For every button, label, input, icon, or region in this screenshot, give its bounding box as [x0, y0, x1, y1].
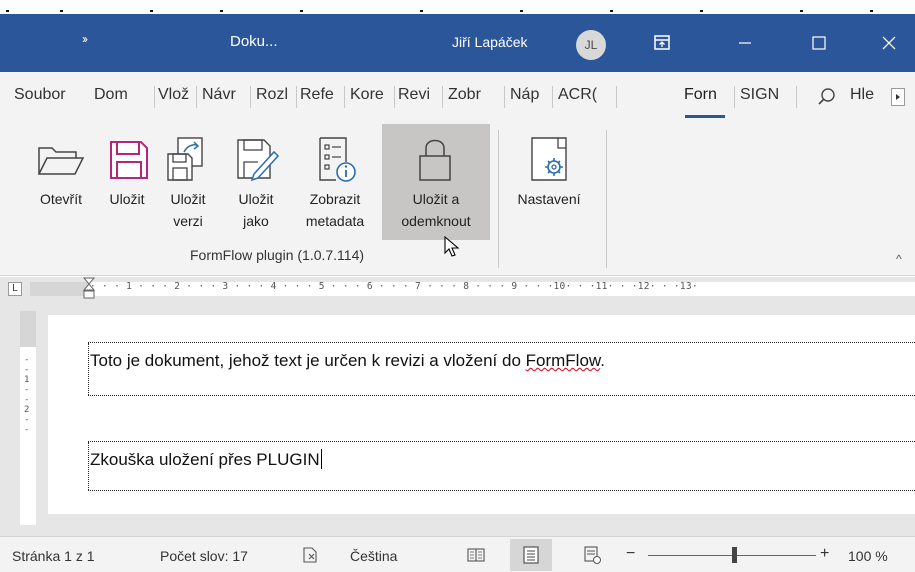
avatar[interactable]: JL — [576, 30, 606, 60]
open-folder-icon — [37, 147, 85, 175]
close-button[interactable] — [862, 14, 915, 72]
collapse-ribbon-button[interactable]: ^ — [896, 252, 902, 266]
document-paragraph-2[interactable]: Zkouška uložení přes PLUGIN — [90, 449, 322, 470]
open-button[interactable]: Otevřít — [32, 124, 90, 240]
ruler-marks: · · · 1 · · · 2 · · · 3 · · · 4 · · · 5 … — [90, 281, 698, 292]
quick-access-more-button[interactable]: ›› — [82, 32, 88, 46]
settings-label: Nastavení — [517, 191, 581, 207]
mouse-cursor-icon — [444, 236, 460, 257]
tab-revize[interactable]: Revi — [398, 86, 434, 108]
tab-selector-button[interactable]: L — [8, 282, 22, 296]
save-as-icon — [237, 139, 280, 182]
zoom-level[interactable]: 100 % — [848, 548, 888, 564]
metadata-icon — [319, 137, 356, 182]
content-control-border — [88, 490, 915, 491]
tab-formflow[interactable]: Forn — [684, 86, 728, 108]
save-icon — [110, 141, 148, 179]
document-area: - - 1 - - 2 - - Toto je dokument, jehož … — [0, 301, 915, 536]
status-bar: Stránka 1 z 1 Počet slov: 17 Čeština − +… — [0, 536, 915, 572]
document-title: Doku... — [230, 33, 278, 50]
save-button[interactable]: Uložit — [98, 124, 156, 240]
zoom-out-button[interactable]: − — [626, 545, 635, 563]
view-metadata-label: Zobrazit metadata — [305, 191, 365, 229]
proofing-icon[interactable] — [300, 545, 320, 565]
group-separator — [498, 130, 499, 268]
group-separator — [606, 130, 607, 268]
tabs-scroll-right-button[interactable] — [891, 88, 905, 106]
settings-button[interactable]: Nastavení — [504, 124, 594, 240]
page-count[interactable]: Stránka 1 z 1 — [12, 548, 95, 564]
horizontal-ruler: L · · · 1 · · · 2 · · · 3 · · · 4 · · · … — [0, 277, 915, 301]
print-layout-icon — [523, 546, 539, 564]
tab-korespondence[interactable]: Kore — [350, 86, 390, 108]
chevron-right-icon — [896, 94, 900, 100]
misspelled-word[interactable]: FormFlow — [526, 351, 601, 370]
save-as-label: Uložit jako — [238, 191, 274, 229]
vertical-ruler-marks: - - 1 - - 2 - - — [24, 355, 30, 435]
ribbon-display-icon — [654, 35, 670, 50]
save-version-icon — [167, 137, 203, 181]
save-as-button[interactable]: Uložit jako — [228, 124, 284, 240]
language[interactable]: Čeština — [350, 548, 397, 564]
word-count[interactable]: Počet slov: 17 — [160, 548, 248, 564]
tab-signature[interactable]: SIGN — [740, 86, 786, 108]
maximize-icon — [812, 36, 826, 50]
unlock-icon — [419, 139, 451, 181]
print-layout-button[interactable] — [510, 539, 552, 571]
tab-vlozeni[interactable]: Vlož — [158, 86, 192, 108]
save-button-label: Uložit — [109, 191, 145, 207]
tab-napoveda[interactable]: Náp — [510, 86, 546, 108]
save-version-label: Uložit verzi — [170, 191, 206, 229]
paragraph-2-text: Zkouška uložení přes PLUGIN — [90, 450, 320, 469]
tab-navrh[interactable]: Návr — [202, 86, 240, 108]
user-name[interactable]: Jiří Lapáček — [452, 34, 527, 50]
top-strip — [0, 0, 915, 14]
ribbon-tabs: Soubor Dom Vlož Návr Rozl Refe Kore Revi… — [0, 72, 915, 118]
content-control-border — [88, 441, 915, 442]
read-mode-icon[interactable] — [466, 545, 486, 565]
tell-me-search[interactable]: Hle — [850, 86, 874, 104]
ribbon-display-options-button[interactable] — [650, 32, 674, 54]
title-bar: ›› Doku... Jiří Lapáček JL — [0, 14, 915, 72]
text-caret — [320, 449, 322, 469]
content-control-border — [88, 395, 915, 396]
search-icon[interactable] — [816, 86, 838, 108]
paragraph-1-text: Toto je dokument, jehož text je určen k … — [90, 351, 526, 370]
document-page[interactable]: Toto je dokument, jehož text je určen k … — [48, 315, 915, 514]
zoom-in-button[interactable]: + — [820, 545, 829, 563]
open-button-label: Otevřít — [39, 191, 82, 207]
view-metadata-button[interactable]: Zobrazit metadata — [296, 124, 374, 240]
tab-domu[interactable]: Dom — [94, 86, 136, 108]
tab-acrobat[interactable]: ACR( — [558, 86, 610, 108]
save-and-unlock-label: Uložit a odemknout — [401, 191, 471, 229]
save-and-unlock-button[interactable]: Uložit a odemknout — [382, 124, 490, 240]
content-control-border — [88, 342, 915, 343]
ribbon-group-label: FormFlow plugin (1.0.7.114) — [190, 247, 365, 263]
zoom-slider-thumb[interactable] — [732, 547, 737, 563]
document-paragraph-1[interactable]: Toto je dokument, jehož text je určen k … — [90, 351, 605, 371]
minimize-icon — [739, 42, 751, 44]
maximize-button[interactable] — [792, 14, 846, 72]
web-layout-icon[interactable] — [582, 545, 602, 565]
settings-document-icon — [531, 137, 567, 181]
save-version-button[interactable]: Uložit verzi — [160, 124, 216, 240]
close-icon — [882, 36, 896, 50]
tab-reference[interactable]: Refe — [300, 86, 340, 108]
tab-rozlozeni[interactable]: Rozl — [256, 86, 292, 108]
tab-soubor[interactable]: Soubor — [14, 86, 88, 108]
vertical-ruler: - - 1 - - 2 - - — [20, 311, 36, 525]
minimize-button[interactable] — [718, 14, 772, 72]
tab-zobrazeni[interactable]: Zobr — [448, 86, 488, 108]
